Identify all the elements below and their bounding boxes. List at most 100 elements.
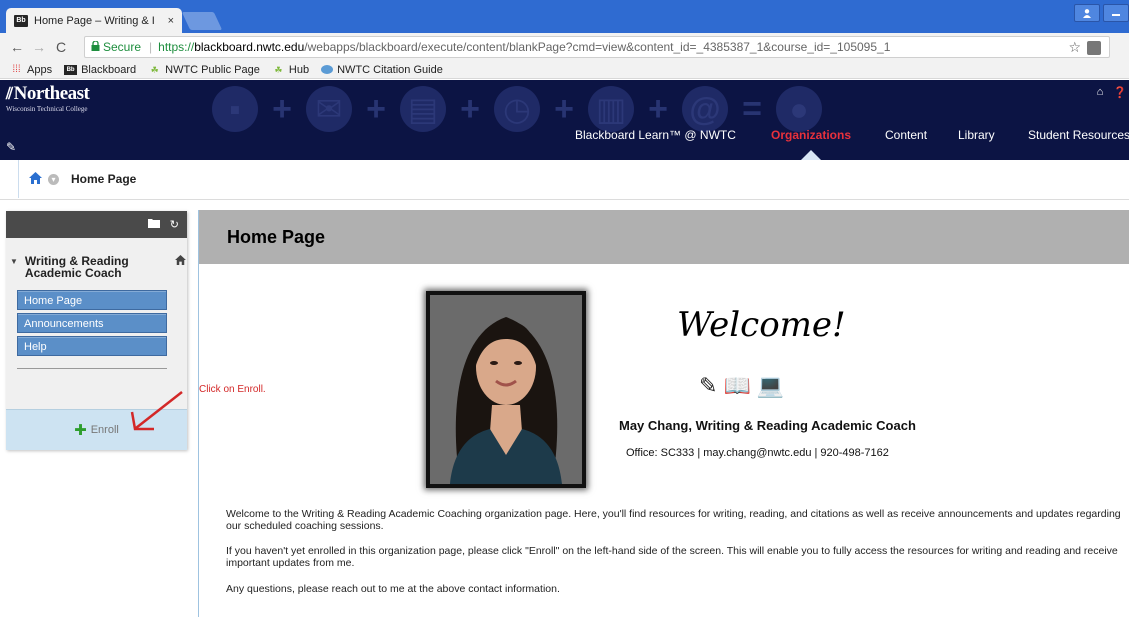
welcome-heading: Welcome! — [677, 305, 846, 345]
contact-info: Office: SC333 | may.chang@nwtc.edu | 920… — [626, 447, 889, 459]
envelope-icon: ✉ — [306, 86, 352, 132]
northeast-logo[interactable]: ⫽Northeast — [6, 83, 90, 105]
intro-paragraph: Welcome to the Writing & Reading Academi… — [226, 508, 1121, 532]
breadcrumb-bar: ▾ Home Page — [0, 160, 1129, 200]
annotation-arrow-icon — [130, 391, 183, 431]
bookmark-label: Hub — [288, 63, 310, 76]
active-nav-indicator — [801, 150, 821, 160]
thumbs-up-icon: ● — [776, 86, 822, 132]
refresh-icon[interactable]: ↻ — [170, 218, 179, 231]
header-utility-icons: ⌂ ❓ — [1097, 86, 1127, 99]
bookmarks-bar: ⁞⁞⁞ Apps Bb Blackboard ☘ NWTC Public Pag… — [0, 61, 1129, 79]
menu-divider — [17, 368, 167, 369]
blackboard-icon: Bb — [64, 64, 78, 75]
extension-icon[interactable] — [1087, 41, 1101, 55]
plus-glyph-icon: + — [366, 90, 386, 128]
collapse-triangle-icon[interactable]: ▼ — [10, 256, 18, 279]
at-sign-icon: @ — [682, 86, 728, 132]
folder-icon[interactable] — [147, 218, 160, 231]
breadcrumb: ▾ Home Page — [18, 160, 136, 198]
tab-close-icon[interactable]: × — [168, 15, 174, 27]
window-controls — [1074, 4, 1129, 22]
new-tab-button[interactable] — [181, 12, 223, 30]
blackboard-favicon-icon: Bb — [14, 14, 28, 27]
nwtc-icon: ☘ — [274, 64, 283, 75]
nav-blackboard-learn[interactable]: Blackboard Learn™ @ NWTC — [575, 128, 736, 142]
browser-toolbar: ← → C Secure | https:// blackboard.nwtc.… — [0, 33, 1129, 61]
url-host: blackboard.nwtc.edu — [194, 40, 305, 54]
bookmark-citation-guide[interactable]: NWTC Citation Guide — [321, 64, 443, 76]
user-profile-icon[interactable] — [1074, 4, 1100, 22]
home-icon[interactable] — [29, 171, 42, 187]
plus-glyph-icon: + — [648, 90, 668, 128]
bookmark-apps[interactable]: ⁞⁞⁞ Apps — [10, 64, 52, 76]
plus-glyph-icon: + — [554, 90, 574, 128]
secure-label: Secure — [103, 40, 142, 54]
bookmark-hub[interactable]: ☘ Hub — [272, 64, 309, 76]
header-decoration: ▪ + ✉ + ▤ + ◷ + ▥ + @ = ● — [212, 86, 822, 132]
nav-library[interactable]: Library — [958, 128, 995, 142]
minimize-icon[interactable] — [1103, 4, 1129, 22]
forward-arrow-icon[interactable]: → — [30, 39, 48, 55]
reload-icon[interactable]: C — [52, 39, 70, 55]
content-heading: Home Page — [199, 210, 1129, 264]
menu-item-home-page[interactable]: Home Page — [17, 290, 167, 310]
coach-name: May Chang, Writing & Reading Academic Co… — [619, 418, 916, 433]
coach-photo — [426, 291, 586, 488]
logo-swoosh-icon: ⫽ — [6, 86, 13, 103]
contact-paragraph: Any questions, please reach out to me at… — [226, 583, 560, 595]
laptop-icon: 💻 — [756, 373, 785, 398]
menu-item-announcements[interactable]: Announcements — [17, 313, 167, 333]
open-book-icon: 📖 — [723, 373, 751, 398]
screen: Bb Home Page – Writing & I × ← → C Secur… — [0, 0, 1129, 617]
plus-glyph-icon: + — [272, 90, 292, 128]
course-title: Writing & Reading Academic Coach — [24, 254, 129, 280]
home-icon[interactable]: ⌂ — [1097, 86, 1104, 99]
lock-icon — [91, 39, 100, 54]
address-bar[interactable]: Secure | https:// blackboard.nwtc.edu /w… — [84, 36, 1110, 58]
blackboard-header: ⫽Northeast Wisconsin Technical College ✎… — [0, 80, 1129, 160]
equals-glyph-icon: = — [742, 90, 762, 128]
nwtc-icon: ☘ — [150, 64, 159, 75]
tools-icons: ✎ 📖 💻 — [699, 373, 784, 399]
bar-chart-icon: ▥ — [588, 86, 634, 132]
url-separator: | — [149, 40, 153, 54]
browser-tab-strip: Bb Home Page – Writing & I × — [0, 0, 1129, 33]
course-menu-toolbar: ↻ — [6, 211, 187, 238]
content-area: Home Page Welcome! ✎ 📖 💻 May Chang, Writ… — [198, 210, 1129, 617]
back-arrow-icon[interactable]: ← — [8, 39, 26, 55]
plus-icon: ✚ — [74, 422, 87, 439]
apps-grid-icon: ⁞⁞⁞ — [12, 63, 21, 75]
plus-glyph-icon: + — [460, 90, 480, 128]
document-icon: ▤ — [400, 86, 446, 132]
cloud-icon — [321, 65, 334, 74]
edit-pencil-icon[interactable]: ✎ — [6, 140, 16, 154]
bookmark-label: NWTC Citation Guide — [337, 63, 443, 76]
nav-organizations[interactable]: Organizations — [771, 128, 851, 142]
enroll-label: Enroll — [90, 424, 119, 436]
url-protocol: https:// — [158, 40, 195, 54]
browser-tab[interactable]: Bb Home Page – Writing & I × — [6, 8, 182, 33]
chat-bubble-icon: ▪ — [212, 86, 258, 132]
bookmark-star-icon[interactable]: ☆ — [1068, 39, 1081, 56]
chevron-down-icon[interactable]: ▾ — [48, 173, 59, 185]
bookmark-label: Apps — [27, 63, 53, 76]
url-path: /webapps/blackboard/execute/content/blan… — [304, 40, 891, 54]
nav-content[interactable]: Content — [885, 128, 927, 142]
nav-student-resources[interactable]: Student Resources — [1028, 128, 1129, 142]
logo-name: Northeast — [13, 83, 90, 104]
bookmark-nwtc-public-page[interactable]: ☘ NWTC Public Page — [148, 64, 260, 76]
bookmark-label: Blackboard — [81, 63, 137, 76]
help-icon[interactable]: ❓ — [1113, 86, 1127, 99]
logo-subtitle: Wisconsin Technical College — [6, 105, 88, 113]
menu-item-help[interactable]: Help — [17, 336, 167, 356]
pencil-icon: ✎ — [699, 373, 718, 398]
enroll-instructions-paragraph: If you haven't yet enrolled in this orga… — [226, 545, 1118, 569]
breadcrumb-current: Home Page — [71, 172, 137, 186]
bookmark-blackboard[interactable]: Bb Blackboard — [64, 64, 136, 76]
clock-icon: ◷ — [494, 86, 540, 132]
course-home-icon[interactable] — [175, 255, 186, 267]
course-menu-links: Home Page Announcements Help — [17, 290, 167, 359]
bookmark-label: NWTC Public Page — [165, 63, 260, 76]
course-menu-title[interactable]: ▼ Writing & Reading Academic Coach — [10, 254, 186, 280]
